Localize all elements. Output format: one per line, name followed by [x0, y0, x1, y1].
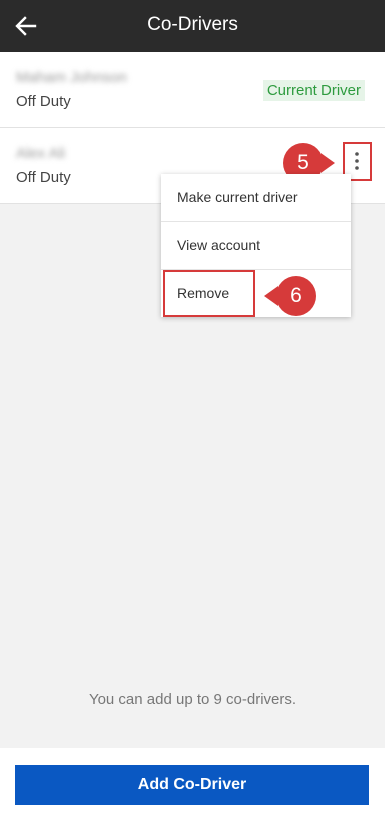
step-number: 5 [297, 151, 309, 174]
step-number: 6 [290, 284, 302, 307]
menu-item-remove[interactable]: Remove [161, 270, 351, 317]
more-options-button[interactable] [344, 144, 370, 178]
context-menu: Make current driver View account Remove [161, 174, 351, 317]
add-co-driver-button[interactable]: Add Co-Driver [15, 765, 369, 805]
co-driver-row[interactable]: Maham Johnson Off Duty Current Driver [0, 52, 385, 128]
app-header: Co-Drivers [0, 0, 385, 52]
driver-name: Maham Johnson [16, 69, 127, 86]
co-driver-limit-note: You can add up to 9 co-drivers. [88, 691, 297, 708]
current-driver-badge: Current Driver [262, 80, 365, 101]
driver-status: Off Duty [16, 169, 71, 186]
menu-item-view-account[interactable]: View account [161, 222, 351, 270]
step-callout-6: 6 [264, 276, 316, 316]
page-title: Co-Drivers [147, 14, 238, 35]
driver-name: Alex Ali [16, 145, 66, 162]
driver-status: Off Duty [16, 93, 71, 110]
menu-item-make-current-driver[interactable]: Make current driver [161, 174, 351, 222]
footer-bar: Add Co-Driver [0, 748, 385, 820]
more-vertical-icon [355, 152, 359, 170]
